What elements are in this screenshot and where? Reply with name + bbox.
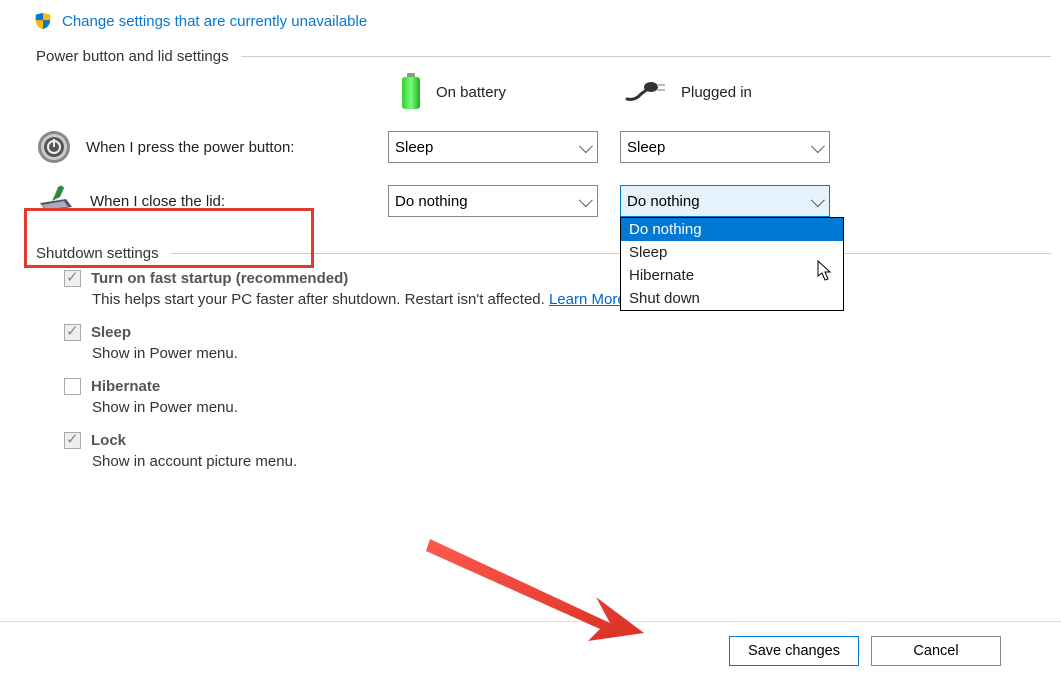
dropdown-option-hibernate[interactable]: Hibernate [621, 264, 843, 287]
power-button-lid-section-header: Power button and lid settings [36, 48, 1051, 65]
fast-startup-title: Turn on fast startup (recommended) [91, 270, 348, 287]
on-battery-column-header: On battery [400, 73, 625, 111]
power-button-lid-title: Power button and lid settings [36, 48, 229, 65]
power-button-row-label: When I press the power button: [86, 139, 294, 156]
close-lid-plugged-select[interactable]: Do nothing [620, 185, 830, 217]
dropdown-option-sleep[interactable]: Sleep [621, 241, 843, 264]
sleep-desc: Show in Power menu. [92, 345, 1051, 362]
power-button-icon [36, 129, 72, 165]
close-lid-plugged-dropdown: Do nothing Sleep Hibernate Shut down [620, 217, 844, 311]
hibernate-desc: Show in Power menu. [92, 399, 1051, 416]
sleep-checkbox[interactable] [64, 324, 81, 341]
change-unavailable-settings-text: Change settings that are currently unava… [62, 13, 367, 30]
uac-shield-icon [34, 12, 52, 30]
close-lid-battery-select[interactable]: Do nothing [388, 185, 598, 217]
close-lid-icon [36, 185, 76, 217]
dropdown-option-shut-down[interactable]: Shut down [621, 287, 843, 310]
plug-icon [625, 81, 667, 103]
change-unavailable-settings-link[interactable]: Change settings that are currently unava… [34, 12, 1051, 30]
fast-startup-checkbox[interactable] [64, 270, 81, 287]
hibernate-checkbox[interactable] [64, 378, 81, 395]
save-changes-button[interactable]: Save changes [729, 636, 859, 666]
learn-more-link[interactable]: Learn More [549, 291, 626, 308]
plugged-in-column-header: Plugged in [625, 81, 850, 103]
lock-desc: Show in account picture menu. [92, 453, 1051, 470]
shutdown-settings-title: Shutdown settings [36, 245, 159, 262]
plugged-in-label: Plugged in [681, 84, 752, 101]
sleep-title: Sleep [91, 324, 131, 341]
close-lid-row-label: When I close the lid: [90, 193, 225, 210]
power-button-battery-select[interactable]: Sleep [388, 131, 598, 163]
lock-title: Lock [91, 432, 126, 449]
lock-checkbox[interactable] [64, 432, 81, 449]
power-button-plugged-select[interactable]: Sleep [620, 131, 830, 163]
on-battery-label: On battery [436, 84, 506, 101]
battery-icon [400, 73, 422, 111]
fast-startup-desc: This helps start your PC faster after sh… [92, 291, 549, 308]
footer-buttons: Save changes Cancel [0, 621, 1061, 679]
shutdown-settings-section-header: Shutdown settings [36, 245, 1051, 262]
cancel-button[interactable]: Cancel [871, 636, 1001, 666]
dropdown-option-do-nothing[interactable]: Do nothing [621, 218, 843, 241]
hibernate-title: Hibernate [91, 378, 160, 395]
